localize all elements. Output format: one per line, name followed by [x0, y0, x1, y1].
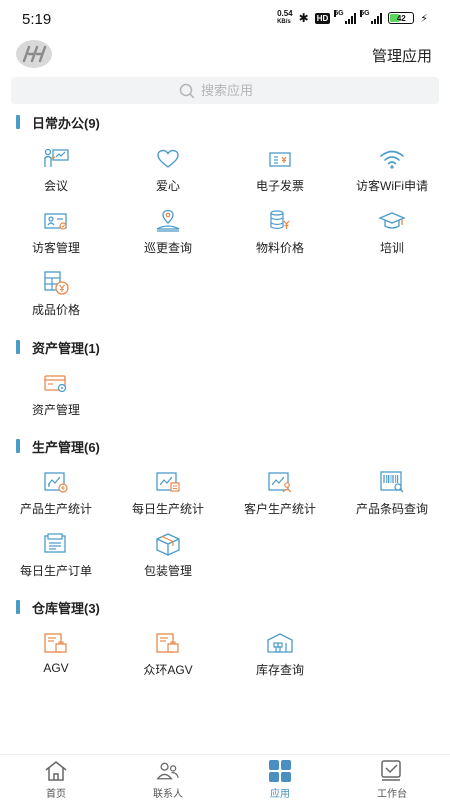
tab-contacts[interactable]: 联系人 — [112, 759, 224, 800]
logo-mark-icon — [22, 45, 47, 63]
bottom-tab-bar: 首页 联系人 应用 工作台 — [0, 754, 450, 800]
search-input[interactable] — [201, 83, 271, 98]
workbench-check-icon — [380, 759, 404, 783]
apps-grid-icon — [268, 759, 292, 783]
app-label: 每日生产统计 — [131, 502, 204, 516]
section-title-daily-office: 日常办公(9) — [16, 114, 100, 131]
daily-order-icon — [42, 531, 70, 557]
manage-apps-button[interactable]: 管理应用 — [372, 45, 432, 66]
app-label: 每日生产订单 — [19, 564, 92, 578]
app-label: 电子发票 — [255, 179, 304, 193]
app-material-price[interactable]: 物料价格 — [224, 208, 336, 268]
warehouse-icon — [266, 630, 294, 656]
app-visitor-management[interactable]: 访客管理 — [0, 208, 112, 268]
barcode-search-icon — [378, 469, 406, 495]
status-indicators: 0.54 KB/s ✱ HD 5G 5G 42 ⚡ — [277, 9, 428, 26]
app-label: 会议 — [43, 179, 68, 193]
product-stats-icon — [42, 469, 70, 495]
app-asset-management[interactable]: 资产管理 — [0, 370, 112, 430]
home-icon — [44, 759, 68, 783]
company-logo — [16, 40, 52, 68]
app-meeting[interactable]: 会议 — [0, 146, 112, 206]
tab-home[interactable]: 首页 — [0, 759, 112, 800]
customer-stats-icon — [266, 469, 294, 495]
agv-icon — [154, 630, 182, 656]
app-daily-production-order[interactable]: 每日生产订单 — [0, 531, 112, 591]
daily-stats-icon — [154, 469, 182, 495]
signal-icon: 5G — [334, 9, 357, 24]
tab-apps[interactable]: 应用 — [224, 759, 336, 800]
search-icon — [179, 83, 195, 98]
network-speed: 0.54 KB/s — [277, 9, 293, 26]
app-label: AGV — [43, 661, 69, 675]
app-e-invoice[interactable]: 电子发票 — [224, 146, 336, 206]
graduation-cap-icon — [378, 208, 406, 234]
hd-badge: HD — [314, 12, 331, 24]
bluetooth-icon: ✱ — [298, 11, 309, 25]
app-heart[interactable]: 爱心 — [112, 146, 224, 206]
app-label: 产品生产统计 — [19, 502, 92, 516]
status-bar: 5:19 0.54 KB/s ✱ HD 5G 5G 42 ⚡ — [0, 0, 450, 40]
app-patrol-query[interactable]: 巡更查询 — [112, 208, 224, 268]
app-header: 管理应用 — [0, 40, 450, 74]
app-product-production-stats[interactable]: 产品生产统计 — [0, 469, 112, 529]
meeting-icon — [42, 146, 70, 172]
app-label: 包装管理 — [143, 564, 192, 578]
app-label: 爱心 — [155, 179, 180, 193]
signal-icon: 5G — [360, 9, 383, 24]
app-label: 物料价格 — [255, 241, 304, 255]
search-bar[interactable] — [11, 77, 439, 104]
app-training[interactable]: 培训 — [336, 208, 448, 268]
tab-workbench[interactable]: 工作台 — [336, 759, 448, 800]
app-daily-production-stats[interactable]: 每日生产统计 — [112, 469, 224, 529]
contacts-icon — [156, 759, 180, 783]
app-agv[interactable]: AGV — [0, 630, 112, 690]
app-zhonghuan-agv[interactable]: 众环AGV — [112, 630, 224, 690]
wifi-icon — [378, 146, 406, 172]
app-customer-production-stats[interactable]: 客户生产统计 — [224, 469, 336, 529]
app-label: 巡更查询 — [143, 241, 192, 255]
product-price-icon — [42, 270, 70, 296]
app-label: 众环AGV — [143, 663, 193, 677]
app-inventory-query[interactable]: 库存查询 — [224, 630, 336, 690]
section-title-asset-management: 资产管理(1) — [16, 339, 100, 356]
app-label: 库存查询 — [255, 663, 304, 677]
heart-icon — [154, 146, 182, 172]
patrol-location-icon — [154, 208, 182, 234]
app-product-barcode-query[interactable]: 产品条码查询 — [336, 469, 448, 529]
app-product-price[interactable]: 成品价格 — [0, 270, 112, 330]
app-label: 资产管理 — [31, 403, 80, 417]
asset-card-icon — [42, 370, 70, 396]
app-label: 培训 — [379, 241, 404, 255]
app-visitor-wifi[interactable]: 访客WiFi申请 — [336, 146, 448, 206]
agv-icon — [42, 630, 70, 656]
app-label: 产品条码查询 — [355, 502, 428, 516]
app-label: 访客WiFi申请 — [356, 179, 428, 193]
package-box-icon — [154, 531, 182, 557]
charging-icon: ⚡ — [420, 12, 428, 25]
battery-icon: 42 — [388, 12, 415, 24]
visitor-card-icon — [42, 208, 70, 234]
invoice-icon — [266, 146, 294, 172]
status-time: 5:19 — [22, 11, 52, 28]
app-packaging-management[interactable]: 包装管理 — [112, 531, 224, 591]
section-title-warehouse-management: 仓库管理(3) — [16, 599, 100, 616]
material-price-icon — [266, 208, 294, 234]
section-title-production-management: 生产管理(6) — [16, 438, 100, 455]
app-label: 访客管理 — [31, 241, 80, 255]
app-label: 客户生产统计 — [243, 502, 316, 516]
app-label: 成品价格 — [31, 303, 80, 317]
